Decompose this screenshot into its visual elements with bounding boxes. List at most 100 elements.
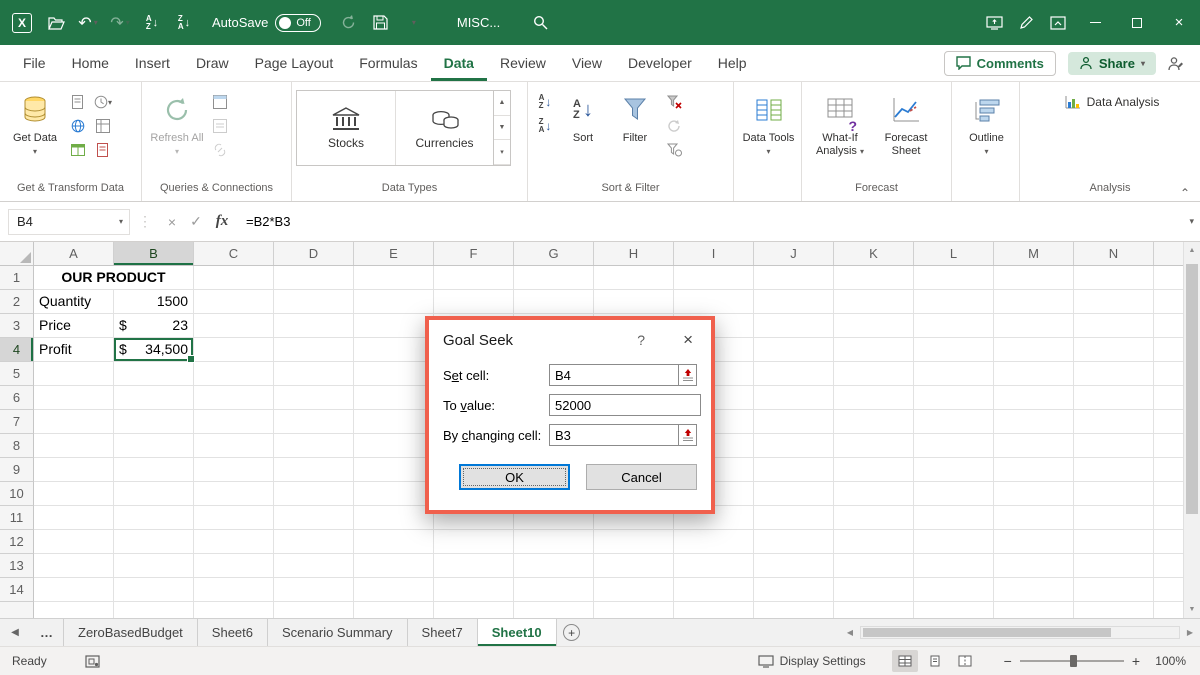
cell-D7[interactable]	[274, 410, 354, 434]
cell-J1[interactable]	[754, 266, 834, 290]
zoom-percent[interactable]: 100%	[1148, 654, 1186, 668]
cell-C8[interactable]	[194, 434, 274, 458]
cell-M12[interactable]	[994, 530, 1074, 554]
cell-K12[interactable]	[834, 530, 914, 554]
cell-H2[interactable]	[594, 290, 674, 314]
cell-E11[interactable]	[354, 506, 434, 530]
data-analysis-button[interactable]: Data Analysis	[1059, 91, 1166, 113]
sheet-nav-left-icon[interactable]: ◀	[0, 619, 30, 646]
cell-E13[interactable]	[354, 554, 434, 578]
cell-N11[interactable]	[1074, 506, 1154, 530]
clear-filter-icon[interactable]	[663, 93, 685, 111]
cell-A8[interactable]	[34, 434, 114, 458]
cell-J14[interactable]	[754, 578, 834, 602]
cell-C4[interactable]	[194, 338, 274, 362]
row-header-10[interactable]: 10	[0, 482, 34, 506]
cell-C13[interactable]	[194, 554, 274, 578]
what-if-analysis-button[interactable]: ? What-If Analysis ▾	[808, 87, 872, 175]
column-header-M[interactable]: M	[994, 242, 1074, 265]
row-header-2[interactable]: 2	[0, 290, 34, 314]
cell-L7[interactable]	[914, 410, 994, 434]
row-header-5[interactable]: 5	[0, 362, 34, 386]
cell-K14[interactable]	[834, 578, 914, 602]
tab-review[interactable]: Review	[487, 45, 559, 81]
gallery-up-icon[interactable]: ▲	[494, 91, 510, 116]
column-header-B[interactable]: B	[114, 242, 194, 265]
sheet-tab-sheet7[interactable]: Sheet7	[408, 619, 478, 646]
cell-K1[interactable]	[834, 266, 914, 290]
cell-D8[interactable]	[274, 434, 354, 458]
vertical-scroll-thumb[interactable]	[1186, 264, 1198, 514]
cell-I14[interactable]	[674, 578, 754, 602]
cell-C7[interactable]	[194, 410, 274, 434]
cell-C12[interactable]	[194, 530, 274, 554]
queries-connections-icon[interactable]	[209, 93, 231, 111]
close-button[interactable]: ×	[1158, 0, 1200, 45]
horizontal-scrollbar[interactable]: ◀ ▶	[840, 619, 1200, 646]
sheet-tab-scenario-summary[interactable]: Scenario Summary	[268, 619, 408, 646]
sort-za-quick-icon[interactable]: ZA↓	[171, 9, 197, 37]
cell-A7[interactable]	[34, 410, 114, 434]
cell-B2[interactable]: 1500	[114, 290, 194, 314]
page-break-preview-button[interactable]	[952, 650, 978, 672]
advanced-filter-icon[interactable]	[663, 141, 685, 159]
tab-file[interactable]: File	[10, 45, 59, 81]
cell-H12[interactable]	[594, 530, 674, 554]
cell-overflow[interactable]	[1154, 458, 1183, 482]
scroll-right-icon[interactable]: ▶	[1180, 628, 1200, 637]
cell-D4[interactable]	[274, 338, 354, 362]
cell-H14[interactable]	[594, 578, 674, 602]
cell-E10[interactable]	[354, 482, 434, 506]
cell-overflow[interactable]	[1154, 506, 1183, 530]
row-header-11[interactable]: 11	[0, 506, 34, 530]
minimize-button[interactable]	[1074, 0, 1116, 45]
insert-function-icon[interactable]: fx	[208, 213, 236, 230]
cell-N12[interactable]	[1074, 530, 1154, 554]
cell-M11[interactable]	[994, 506, 1074, 530]
cell-E2[interactable]	[354, 290, 434, 314]
cell-K11[interactable]	[834, 506, 914, 530]
cell-C6[interactable]	[194, 386, 274, 410]
cell-B6[interactable]	[114, 386, 194, 410]
cell-L4[interactable]	[914, 338, 994, 362]
to-value-input[interactable]	[549, 394, 701, 416]
cell-overflow[interactable]	[274, 602, 354, 618]
sheet-tab-sheet10[interactable]: Sheet10	[478, 619, 557, 646]
inking-pen-icon[interactable]	[1013, 9, 1039, 37]
ok-button[interactable]: OK	[459, 464, 570, 490]
sort-ascending-icon[interactable]: AZ↓	[534, 93, 556, 111]
cell-D1[interactable]	[274, 266, 354, 290]
row-header-8[interactable]: 8	[0, 434, 34, 458]
cell-overflow[interactable]	[1154, 530, 1183, 554]
column-header-K[interactable]: K	[834, 242, 914, 265]
cell-A4[interactable]: Profit	[34, 338, 114, 362]
cell-overflow[interactable]	[834, 602, 914, 618]
cell-L11[interactable]	[914, 506, 994, 530]
set-cell-input[interactable]	[549, 364, 679, 386]
cell-N2[interactable]	[1074, 290, 1154, 314]
tab-help[interactable]: Help	[705, 45, 760, 81]
autosave-toggle[interactable]: AutoSave Off	[212, 14, 321, 32]
filter-button[interactable]: Filter	[610, 87, 660, 175]
cell-G14[interactable]	[514, 578, 594, 602]
scroll-up-icon[interactable]: ▲	[1184, 242, 1200, 259]
cell-D9[interactable]	[274, 458, 354, 482]
cell-K5[interactable]	[834, 362, 914, 386]
share-button[interactable]: Share▾	[1068, 52, 1156, 75]
gallery-more-icon[interactable]: ▾	[494, 140, 510, 165]
by-changing-cell-input[interactable]	[549, 424, 679, 446]
comments-button[interactable]: Comments	[944, 51, 1056, 76]
cell-E4[interactable]	[354, 338, 434, 362]
cell-C1[interactable]	[194, 266, 274, 290]
cell-B7[interactable]	[114, 410, 194, 434]
cell-N3[interactable]	[1074, 314, 1154, 338]
cell-overflow[interactable]	[194, 602, 274, 618]
row-header-3[interactable]: 3	[0, 314, 34, 338]
cell-D5[interactable]	[274, 362, 354, 386]
cell-A2[interactable]: Quantity	[34, 290, 114, 314]
column-header-A[interactable]: A	[34, 242, 114, 265]
cell-overflow[interactable]	[1154, 362, 1183, 386]
cell-J5[interactable]	[754, 362, 834, 386]
cell-B12[interactable]	[114, 530, 194, 554]
row-header-1[interactable]: 1	[0, 266, 34, 290]
